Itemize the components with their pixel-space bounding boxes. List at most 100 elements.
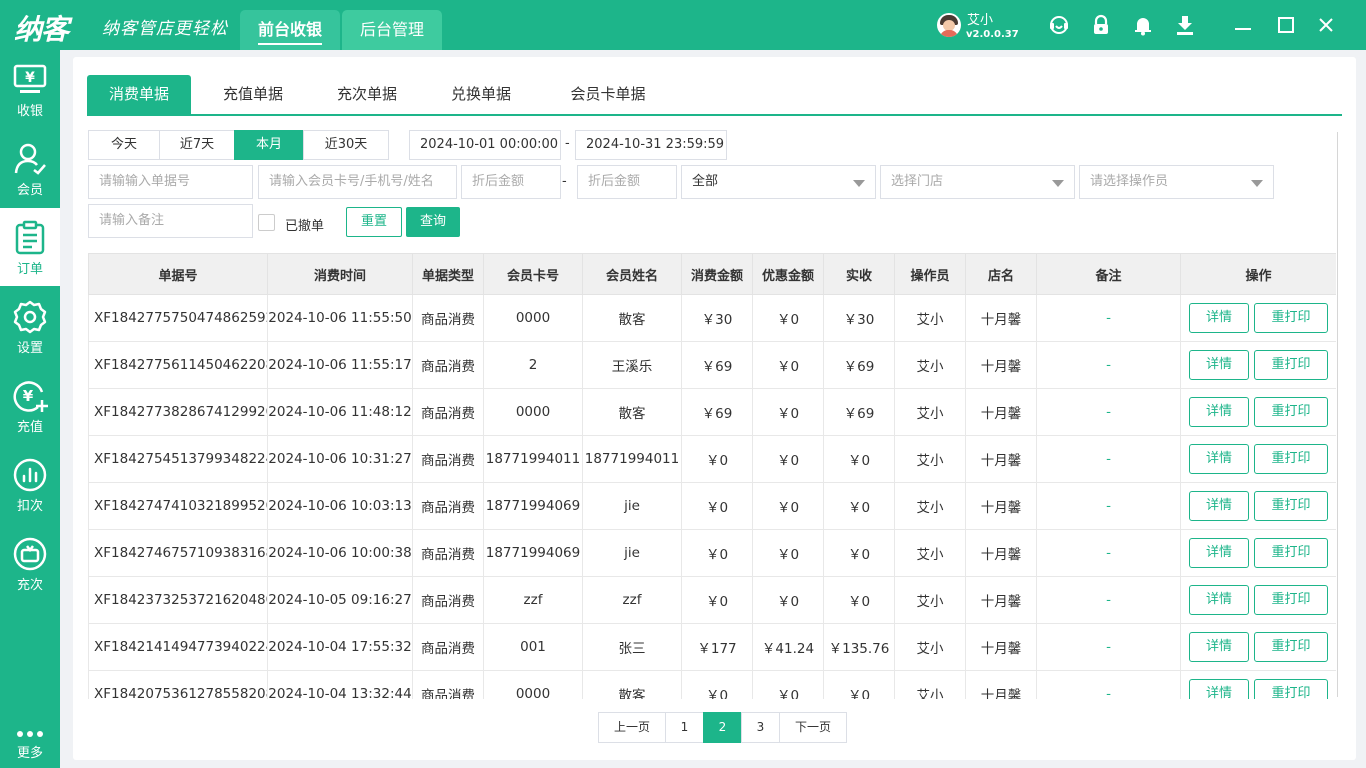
cell-order-no: XF1842746757109383168 <box>88 529 268 577</box>
reprint-button[interactable]: 重打印 <box>1254 303 1328 333</box>
close-icon[interactable] <box>1314 13 1338 37</box>
reprint-button[interactable]: 重打印 <box>1254 585 1328 615</box>
download-icon[interactable] <box>1174 14 1196 36</box>
tab-member-card[interactable]: 会员卡单据 <box>549 75 667 114</box>
range-7days[interactable]: 近7天 <box>159 130 235 160</box>
cell-received: ￥135.76 <box>823 623 895 671</box>
detail-button[interactable]: 详情 <box>1189 538 1249 568</box>
tab-consumption[interactable]: 消费单据 <box>87 75 191 114</box>
cell-amount: ￥69 <box>681 388 753 436</box>
cell-actions: 详情 重打印 <box>1180 529 1336 577</box>
cell-amount: ￥69 <box>681 341 753 389</box>
cell-amount: ￥0 <box>681 670 753 699</box>
page-2-button[interactable]: 2 <box>703 712 742 743</box>
detail-button[interactable]: 详情 <box>1189 632 1249 662</box>
member-search-input[interactable]: 请输入会员卡号/手机号/姓名 <box>258 165 457 199</box>
maximize-icon[interactable] <box>1274 13 1298 37</box>
cell-member-name: 张三 <box>582 623 682 671</box>
cell-operator: 艾小 <box>894 576 966 624</box>
reprint-button[interactable]: 重打印 <box>1254 397 1328 427</box>
cell-remark: - <box>1036 341 1181 389</box>
operator-select[interactable]: 请选择操作员 <box>1079 165 1274 199</box>
range-30days[interactable]: 近30天 <box>303 130 389 160</box>
prev-page-button[interactable]: 上一页 <box>598 712 666 743</box>
reprint-button[interactable]: 重打印 <box>1254 632 1328 662</box>
remark-input[interactable]: 请输入备注 <box>88 204 253 238</box>
cell-store: 十月馨 <box>965 623 1037 671</box>
cell-actions: 详情 重打印 <box>1180 482 1336 530</box>
cell-member-name: zzf <box>582 576 682 624</box>
reprint-button[interactable]: 重打印 <box>1254 679 1328 699</box>
col-amount: 消费金额 <box>681 253 753 295</box>
reprint-button[interactable]: 重打印 <box>1254 444 1328 474</box>
user-avatar[interactable] <box>937 13 961 37</box>
cell-member-name: 散客 <box>582 388 682 436</box>
user-name[interactable]: 艾小 <box>967 9 993 28</box>
sidebar-item-more[interactable]: 更多 <box>0 710 60 768</box>
tab-front-cashier[interactable]: 前台收银 <box>240 10 340 50</box>
cell-operator: 艾小 <box>894 623 966 671</box>
detail-button[interactable]: 详情 <box>1189 303 1249 333</box>
detail-button[interactable]: 详情 <box>1189 397 1249 427</box>
cell-remark: - <box>1036 482 1181 530</box>
sidebar-item-deduct[interactable]: 扣次 <box>0 445 60 523</box>
revoked-checkbox[interactable] <box>258 214 275 231</box>
cashier-icon: ¥ <box>12 62 48 98</box>
start-date-input[interactable]: 2024-10-01 00:00:00 <box>409 130 561 160</box>
col-card-no: 会员卡号 <box>483 253 583 295</box>
reprint-button[interactable]: 重打印 <box>1254 350 1328 380</box>
cell-actions: 详情 重打印 <box>1180 341 1336 389</box>
lock-icon[interactable] <box>1090 14 1112 36</box>
date-separator: - <box>565 136 570 151</box>
minimize-icon[interactable] <box>1231 13 1255 37</box>
cell-time: 2024-10-06 10:00:38 <box>267 529 413 577</box>
cell-time: 2024-10-06 10:03:13 <box>267 482 413 530</box>
cell-operator: 艾小 <box>894 670 966 699</box>
range-today[interactable]: 今天 <box>88 130 160 160</box>
reset-button[interactable]: 重置 <box>346 207 402 237</box>
table-row: XF1842075361278558208 2024-10-04 13:32:44… <box>88 670 1336 699</box>
detail-button[interactable]: 详情 <box>1189 491 1249 521</box>
detail-button[interactable]: 详情 <box>1189 585 1249 615</box>
cell-order-no: XF1842747410321899520 <box>88 482 268 530</box>
page-1-button[interactable]: 1 <box>665 712 704 743</box>
headset-icon[interactable] <box>1048 14 1070 36</box>
tab-recharge[interactable]: 充值单据 <box>201 75 305 114</box>
store-select[interactable]: 选择门店 <box>880 165 1075 199</box>
sidebar-item-recharge[interactable]: ¥ 充值 <box>0 366 60 444</box>
query-button[interactable]: 查询 <box>406 207 460 237</box>
settings-icon <box>12 299 48 335</box>
cell-actions: 详情 重打印 <box>1180 435 1336 483</box>
type-select[interactable]: 全部 <box>681 165 876 199</box>
sidebar-item-settings[interactable]: 设置 <box>0 287 60 365</box>
detail-button[interactable]: 详情 <box>1189 679 1249 699</box>
chevron-down-icon <box>853 180 865 187</box>
range-this-month[interactable]: 本月 <box>234 130 304 160</box>
cell-order-no: XF1842775750474862592 <box>88 294 268 342</box>
tab-recharge-times[interactable]: 充次单据 <box>315 75 419 114</box>
amount-min-input[interactable]: 折后金额 <box>461 165 561 199</box>
reprint-button[interactable]: 重打印 <box>1254 491 1328 521</box>
cell-store: 十月馨 <box>965 388 1037 436</box>
sidebar-item-recharge-times[interactable]: 充次 <box>0 524 60 602</box>
bell-icon[interactable] <box>1132 14 1154 36</box>
document-tabs: 消费单据 充值单据 充次单据 兑换单据 会员卡单据 <box>87 75 1342 116</box>
cell-received: ￥69 <box>823 341 895 389</box>
detail-button[interactable]: 详情 <box>1189 350 1249 380</box>
tab-backend-admin[interactable]: 后台管理 <box>342 10 442 50</box>
detail-button[interactable]: 详情 <box>1189 444 1249 474</box>
scrollbar[interactable] <box>1337 132 1338 697</box>
order-no-input[interactable]: 请输输入单据号 <box>88 165 253 199</box>
sidebar-item-order[interactable]: 订单 <box>0 208 60 286</box>
cell-received: ￥0 <box>823 435 895 483</box>
tab-exchange[interactable]: 兑换单据 <box>429 75 533 114</box>
cell-store: 十月馨 <box>965 670 1037 699</box>
sidebar-item-member[interactable]: 会员 <box>0 129 60 207</box>
reprint-button[interactable]: 重打印 <box>1254 538 1328 568</box>
cell-amount: ￥0 <box>681 482 753 530</box>
end-date-input[interactable]: 2024-10-31 23:59:59 <box>575 130 727 160</box>
page-3-button[interactable]: 3 <box>741 712 780 743</box>
next-page-button[interactable]: 下一页 <box>779 712 847 743</box>
amount-max-input[interactable]: 折后金额 <box>577 165 677 199</box>
sidebar-item-cashier[interactable]: ¥ 收银 <box>0 50 60 128</box>
